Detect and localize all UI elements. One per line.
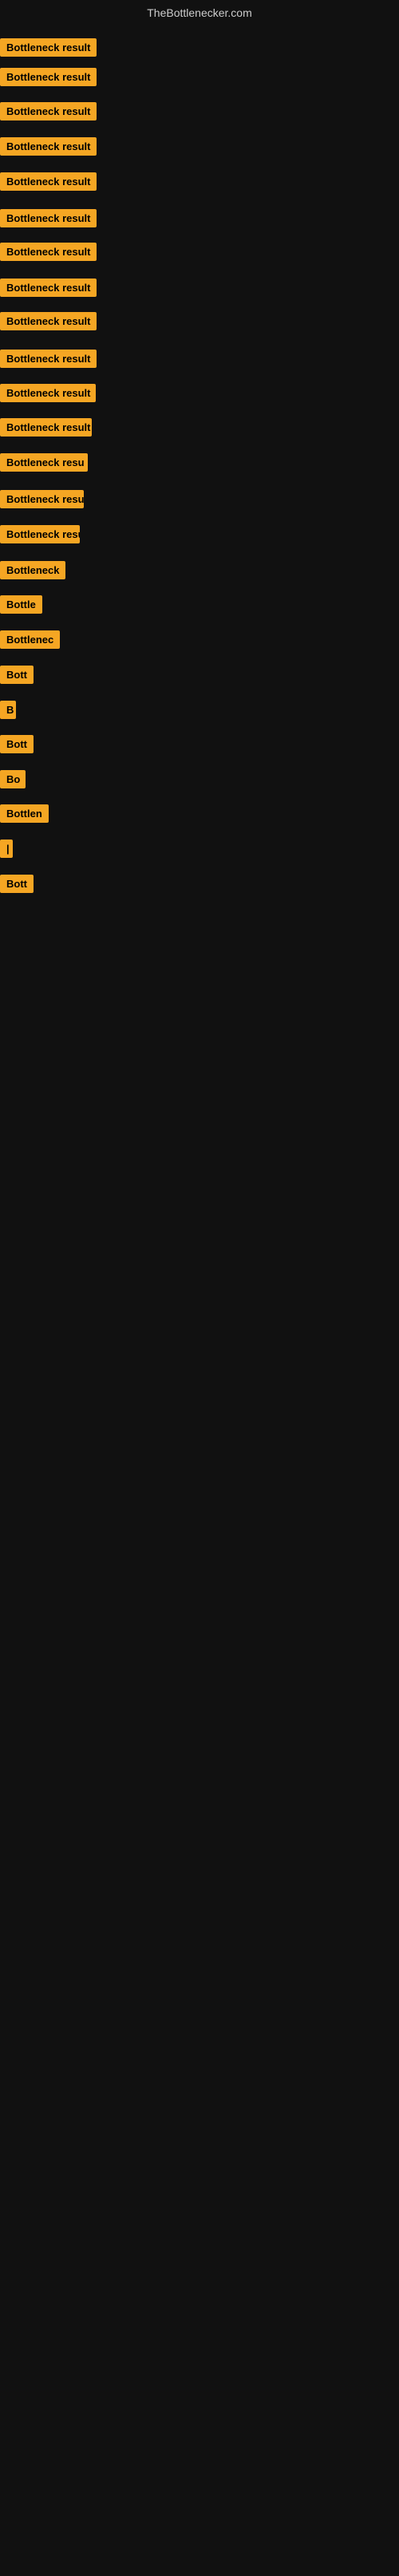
bottleneck-badge-row-3: Bottleneck result: [0, 102, 97, 124]
bottleneck-badge-row-19: Bott: [0, 666, 34, 688]
bottleneck-badge[interactable]: Bott: [0, 875, 34, 893]
bottleneck-badge-row-17: Bottle: [0, 595, 42, 618]
bottleneck-badge[interactable]: Bott: [0, 735, 34, 753]
bottleneck-badge[interactable]: Bottlen: [0, 804, 49, 823]
bottleneck-badge[interactable]: Bottleneck result: [0, 209, 97, 227]
bottleneck-badge[interactable]: Bottleneck result: [0, 384, 96, 402]
bottleneck-badge-row-8: Bottleneck result: [0, 279, 97, 301]
bottleneck-badge-row-24: |: [0, 840, 13, 862]
bottleneck-badge[interactable]: Bo: [0, 770, 26, 788]
bottleneck-badge[interactable]: Bottleneck result: [0, 243, 97, 261]
bottleneck-badge[interactable]: Bottle: [0, 595, 42, 614]
bottleneck-badge[interactable]: Bottleneck: [0, 561, 65, 579]
bottleneck-badge[interactable]: Bottlenec: [0, 630, 60, 649]
bottleneck-badge-row-15: Bottleneck resu: [0, 525, 80, 547]
bottleneck-badge[interactable]: Bottleneck result: [0, 172, 97, 191]
bottleneck-badge-row-9: Bottleneck result: [0, 312, 97, 334]
bottleneck-badge[interactable]: Bottleneck resu: [0, 453, 88, 472]
bottleneck-badge[interactable]: Bott: [0, 666, 34, 684]
bottleneck-badge-row-2: Bottleneck result: [0, 68, 97, 90]
bottleneck-badge[interactable]: Bottleneck result: [0, 350, 97, 368]
bottleneck-badge-row-11: Bottleneck result: [0, 384, 96, 406]
bottleneck-badge-row-14: Bottleneck resu: [0, 490, 84, 512]
bottleneck-badge-row-6: Bottleneck result: [0, 209, 97, 231]
bottleneck-badge-row-4: Bottleneck result: [0, 137, 97, 160]
bottleneck-badge-row-23: Bottlen: [0, 804, 49, 827]
bottleneck-badge-row-5: Bottleneck result: [0, 172, 97, 195]
bottleneck-badge-row-10: Bottleneck result: [0, 350, 97, 372]
bottleneck-badge-row-12: Bottleneck result: [0, 418, 92, 441]
bottleneck-badge-row-22: Bo: [0, 770, 26, 792]
site-title: TheBottlenecker.com: [0, 0, 399, 22]
bottleneck-badge-row-25: Bott: [0, 875, 34, 897]
bottleneck-badge[interactable]: B: [0, 701, 16, 719]
bottleneck-badge[interactable]: Bottleneck result: [0, 279, 97, 297]
bottleneck-badge[interactable]: |: [0, 840, 13, 858]
bottleneck-badge-row-18: Bottlenec: [0, 630, 60, 653]
bottleneck-badge[interactable]: Bottleneck result: [0, 38, 97, 57]
bottleneck-badge-row-13: Bottleneck resu: [0, 453, 88, 476]
bottleneck-badge-row-1: Bottleneck result: [0, 38, 97, 61]
bottleneck-badge-row-20: B: [0, 701, 16, 723]
bottleneck-badge-row-7: Bottleneck result: [0, 243, 97, 265]
bottleneck-badge[interactable]: Bottleneck result: [0, 312, 97, 330]
bottleneck-badge[interactable]: Bottleneck result: [0, 418, 92, 437]
bottleneck-badge[interactable]: Bottleneck result: [0, 137, 97, 156]
bottleneck-badge-row-21: Bott: [0, 735, 34, 757]
bottleneck-badge[interactable]: Bottleneck resu: [0, 490, 84, 508]
bottleneck-badge[interactable]: Bottleneck result: [0, 102, 97, 121]
bottleneck-badge[interactable]: Bottleneck resu: [0, 525, 80, 543]
bottleneck-badge-row-16: Bottleneck: [0, 561, 65, 583]
bottleneck-badge[interactable]: Bottleneck result: [0, 68, 97, 86]
